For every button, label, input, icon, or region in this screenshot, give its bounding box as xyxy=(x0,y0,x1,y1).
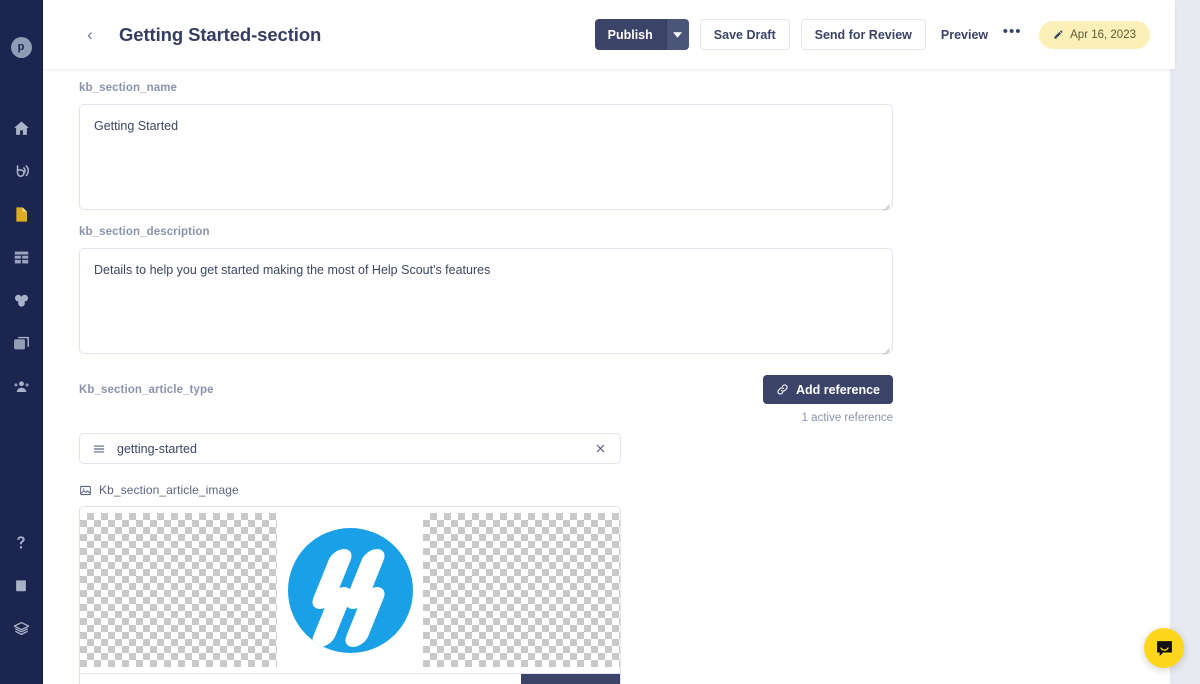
top-toolbar: ‹ Getting Started-section Publish Save D… xyxy=(43,0,1175,69)
article-image-card: helpscout-logo.png Replace xyxy=(79,506,621,684)
sidebar-item-layers[interactable] xyxy=(0,607,43,650)
publish-date-text: Apr 16, 2023 xyxy=(1070,28,1136,41)
reference-name: getting-started xyxy=(117,441,197,456)
sidebar-item-media[interactable] xyxy=(0,322,43,365)
article-image-label-row: Kb_section_article_image xyxy=(79,483,1170,497)
image-icon xyxy=(79,484,92,497)
field-label-kb-section-article-type: Kb_section_article_type xyxy=(79,383,214,396)
remove-reference-icon[interactable] xyxy=(592,441,608,457)
publish-button-group: Publish xyxy=(594,19,689,50)
page-title: Getting Started-section xyxy=(119,23,322,45)
replace-image-button[interactable]: Replace xyxy=(521,673,620,684)
article-image-preview[interactable] xyxy=(80,507,620,673)
sidebar-item-guides[interactable] xyxy=(0,564,43,607)
layers-icon xyxy=(12,619,31,638)
field-label-kb-section-description: kb_section_description xyxy=(79,226,210,238)
article-image-footer: helpscout-logo.png Replace xyxy=(80,673,620,684)
field-kb-section-description: kb_section_description xyxy=(43,210,1170,356)
link-icon xyxy=(776,383,789,396)
field-label-kb-section-name: kb_section_name xyxy=(79,82,178,94)
chevron-down-icon xyxy=(673,31,683,38)
sidebar-item-people[interactable] xyxy=(0,365,43,408)
more-options-button[interactable]: ••• xyxy=(999,22,1025,48)
left-sidebar: p xyxy=(0,0,43,684)
chat-bubble-icon xyxy=(1154,638,1175,659)
sidebar-item-tables[interactable] xyxy=(0,236,43,279)
back-button[interactable]: ‹ xyxy=(79,24,101,46)
book-icon xyxy=(12,577,30,595)
media-icon xyxy=(12,334,31,353)
kb-section-description-input-wrap xyxy=(79,248,893,356)
form-content: kb_section_name kb_section_description K… xyxy=(43,69,1170,684)
main-area: ‹ Getting Started-section Publish Save D… xyxy=(43,0,1200,684)
kb-section-description-input[interactable] xyxy=(79,248,893,354)
ellipsis-icon: ••• xyxy=(1002,23,1022,40)
chat-launcher-button[interactable] xyxy=(1144,628,1184,668)
publish-dropdown-toggle[interactable] xyxy=(665,19,689,50)
save-draft-button[interactable]: Save Draft xyxy=(699,19,790,50)
blocks-icon xyxy=(12,291,31,310)
toolbar-actions: Publish Save Draft Send for Review Previ… xyxy=(594,19,1150,50)
field-label-kb-section-article-image: Kb_section_article_image xyxy=(99,483,239,497)
field-kb-section-article-image: Kb_section_article_image helpscout-lo xyxy=(43,464,1170,684)
table-icon xyxy=(12,248,31,267)
image-thumbnail xyxy=(277,507,423,673)
sidebar-item-help[interactable] xyxy=(0,521,43,564)
helpscout-logo-icon xyxy=(287,527,413,653)
avatar[interactable]: p xyxy=(10,37,32,58)
avatar-initial: p xyxy=(17,41,25,53)
kb-section-name-input[interactable] xyxy=(79,104,893,210)
people-icon xyxy=(12,377,31,396)
field-kb-section-article-type: Kb_section_article_type Add reference 1 … xyxy=(43,354,1170,464)
active-reference-count: 1 active reference xyxy=(801,412,893,424)
app-root: p ‹ Getting Started-section Publish Save… xyxy=(0,0,1200,684)
publish-date-badge[interactable]: Apr 16, 2023 xyxy=(1039,20,1150,49)
pencil-icon xyxy=(1053,29,1064,40)
sidebar-item-blocks[interactable] xyxy=(0,279,43,322)
home-icon xyxy=(12,119,31,138)
add-reference-label: Add reference xyxy=(795,382,880,397)
sidebar-item-home[interactable] xyxy=(0,107,43,150)
document-icon xyxy=(12,205,31,224)
kb-section-name-input-wrap xyxy=(79,104,893,212)
transparency-checker-left xyxy=(80,513,277,667)
add-reference-button[interactable]: Add reference xyxy=(762,375,893,404)
sidebar-nav-primary xyxy=(0,107,43,408)
beacon-icon xyxy=(12,162,31,181)
publish-button[interactable]: Publish xyxy=(594,19,666,50)
field-kb-section-name: kb_section_name xyxy=(43,69,1170,212)
help-icon xyxy=(12,534,30,552)
sidebar-item-documents[interactable] xyxy=(0,193,43,236)
transparency-checker-right xyxy=(423,513,620,667)
drag-handle-icon[interactable] xyxy=(92,442,106,456)
chevron-left-icon: ‹ xyxy=(87,25,93,44)
sidebar-item-beacon[interactable] xyxy=(0,150,43,193)
preview-button[interactable]: Preview xyxy=(932,19,997,50)
send-for-review-button[interactable]: Send for Review xyxy=(800,19,926,50)
reference-row[interactable]: getting-started xyxy=(79,433,621,464)
sidebar-nav-secondary xyxy=(0,521,43,650)
article-type-header: Kb_section_article_type Add reference xyxy=(79,375,893,404)
